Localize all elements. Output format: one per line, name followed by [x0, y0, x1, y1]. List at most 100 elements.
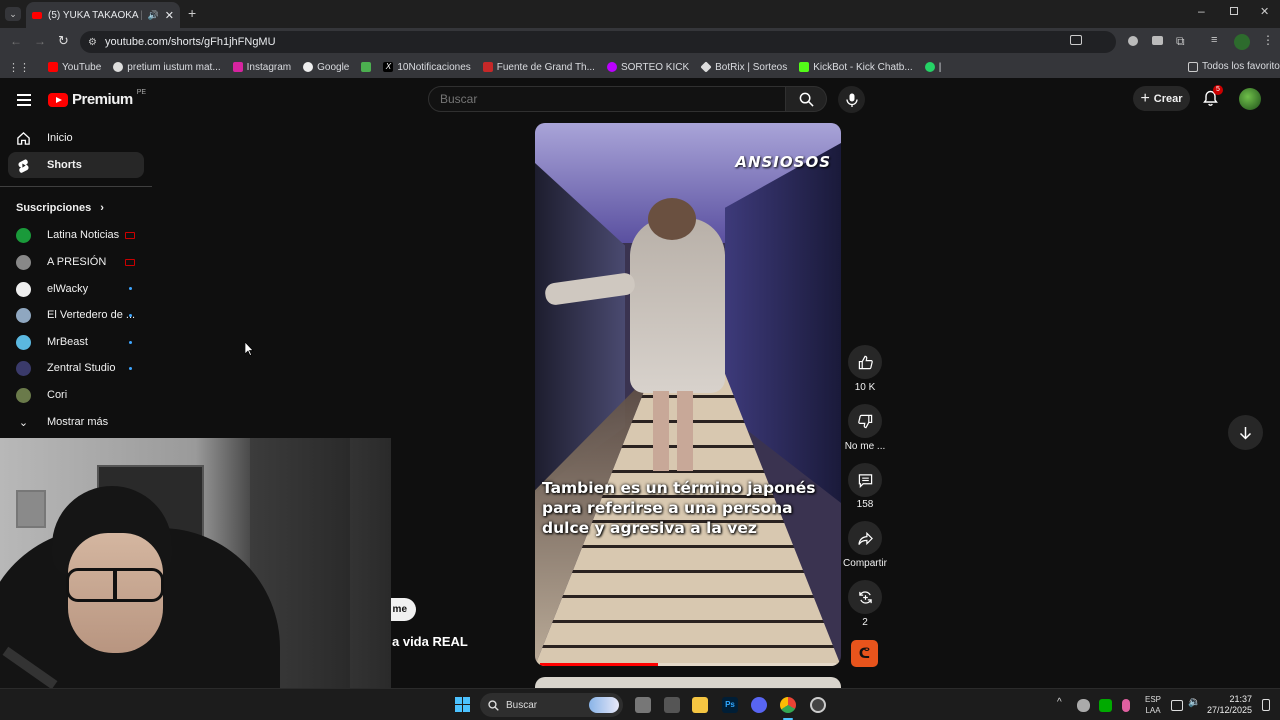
show-more-button[interactable]: ⌄ Mostrar más	[8, 409, 144, 435]
back-icon[interactable]: ←	[10, 34, 22, 48]
bookmark-kickbot[interactable]: KickBot - Kick Chatb...	[799, 62, 913, 73]
sound-thumbnail[interactable]: ᕦ	[851, 640, 878, 667]
photoshop-icon[interactable]: Ps	[722, 697, 738, 713]
restore-button[interactable]	[1230, 7, 1238, 15]
tab-close-icon[interactable]: ✕	[165, 9, 174, 22]
recorder-icon[interactable]	[810, 697, 826, 713]
sidebar-channel-cori[interactable]: Cori	[8, 382, 144, 408]
video-frame-person	[630, 218, 725, 393]
close-window-button[interactable]: ✕	[1260, 5, 1269, 18]
video-progress-track[interactable]	[540, 663, 836, 666]
clock[interactable]: 21:37 27/12/2025	[1207, 694, 1252, 716]
network-icon[interactable]	[1171, 700, 1183, 711]
site-info-icon[interactable]: ⚙	[88, 37, 97, 48]
extensions-puzzle-icon[interactable]: ⧉	[1176, 34, 1185, 49]
tab-search-icon[interactable]: ⌄	[5, 7, 21, 21]
shorts-video-player[interactable]: ANSIOSOS Tambien es un término japonés p…	[535, 123, 841, 666]
x-icon: X	[383, 62, 394, 72]
all-bookmarks[interactable]: Todos los favoritos	[1188, 61, 1280, 72]
channel-watermark: ANSIOSOS	[735, 153, 831, 171]
sidebar-channel-vertedero[interactable]: El Vertedero de ...	[8, 302, 144, 328]
tray-onedrive-icon[interactable]	[1077, 699, 1090, 712]
discord-icon[interactable]	[751, 697, 767, 713]
bookmark-google[interactable]: Google	[303, 62, 349, 73]
folder-icon	[1188, 61, 1198, 72]
bookmark-botrix[interactable]: BotRix | Sorteos	[700, 61, 787, 73]
bookmark-pinwheel[interactable]	[361, 62, 372, 72]
taskbar-search[interactable]: Buscar	[480, 693, 623, 717]
create-button[interactable]: + Crear	[1133, 86, 1190, 111]
bookmark-youtube[interactable]: YouTube	[48, 62, 101, 73]
sidebar-channel-apresion[interactable]: A PRESIÓN	[8, 249, 144, 275]
url-text: youtube.com/shorts/gFh1jhFNgMU	[104, 36, 276, 48]
sidebar-channel-zentral[interactable]: Zentral Studio	[8, 355, 144, 381]
tab-title: (5) YUKA TAKAOKA | La YA	[48, 9, 142, 21]
chevron-right-icon: ›	[100, 202, 104, 214]
hamburger-menu-icon[interactable]	[17, 94, 31, 106]
extension-icon-2[interactable]	[1152, 36, 1163, 45]
tray-overflow-icon[interactable]: ^	[1057, 697, 1062, 708]
install-app-icon[interactable]	[1070, 35, 1082, 45]
bookmark-sorteo[interactable]: SORTEO KICK	[606, 62, 689, 73]
new-tab-button[interactable]: +	[188, 5, 196, 21]
bookmark-instagram[interactable]: Instagram	[232, 62, 291, 73]
address-bar[interactable]: ⚙ youtube.com/shorts/gFh1jhFNgMU	[80, 31, 1116, 53]
language-indicator[interactable]: ESP LAA	[1145, 694, 1161, 716]
tray-microphone-icon[interactable]	[1122, 699, 1130, 712]
channel-avatar	[16, 307, 31, 323]
bookmark-pretium[interactable]: pretium iustum mat...	[113, 62, 221, 73]
shorts-icon	[18, 158, 29, 173]
browser-tab-active[interactable]: (5) YUKA TAKAOKA | La YA 🔊 ✕	[26, 2, 180, 28]
account-avatar[interactable]	[1239, 88, 1261, 110]
browser-menu-icon[interactable]: ⋮	[1262, 33, 1274, 47]
sidebar-channel-mrbeast[interactable]: MrBeast	[8, 329, 144, 355]
notification-badge: 5	[1213, 85, 1223, 95]
profile-avatar[interactable]	[1234, 34, 1250, 50]
sidebar-channel-elwacky[interactable]: elWacky	[8, 276, 144, 302]
partial-title: a vida REAL	[392, 634, 468, 649]
notifications-button[interactable]: 5	[1203, 85, 1223, 108]
bookmark-fuente[interactable]: Fuente de Grand Th...	[482, 62, 595, 73]
share-button[interactable]	[848, 521, 882, 555]
video-frame-legs	[653, 391, 693, 471]
sorteo-icon	[606, 62, 617, 72]
forward-icon[interactable]: →	[34, 34, 46, 48]
app-icon[interactable]	[664, 697, 680, 713]
remix-button[interactable]	[848, 580, 882, 614]
bookmark-x[interactable]: X 10Notificaciones	[383, 62, 471, 73]
apps-grid-icon[interactable]: ⋮⋮	[8, 61, 30, 74]
search-box[interactable]	[428, 86, 786, 112]
search-input[interactable]	[429, 87, 769, 111]
subscriptions-header[interactable]: Suscripciones ›	[16, 202, 104, 214]
live-indicator-icon	[125, 259, 135, 266]
tray-app-icon[interactable]	[1099, 699, 1112, 712]
notification-center-icon[interactable]	[1262, 699, 1270, 711]
youtube-premium-logo[interactable]: Premium PE	[48, 89, 146, 108]
reading-list-icon[interactable]: ≡	[1211, 34, 1217, 46]
plus-icon: +	[1140, 89, 1150, 107]
voice-search-button[interactable]	[838, 86, 865, 113]
pinwheel-icon	[361, 62, 372, 72]
share-arrow-icon	[857, 531, 873, 545]
sidebar-channel-latina[interactable]: Latina Noticias	[8, 222, 144, 248]
youtube-icon	[48, 62, 58, 72]
next-short-preview[interactable]	[535, 677, 841, 688]
file-explorer-icon[interactable]	[692, 697, 708, 713]
windows-start-icon[interactable]	[455, 697, 470, 712]
comments-button[interactable]	[848, 463, 882, 497]
reload-icon[interactable]: ↻	[58, 33, 69, 49]
like-button[interactable]	[848, 345, 882, 379]
extension-icon-1[interactable]	[1128, 36, 1138, 46]
minimize-button[interactable]: –	[1198, 4, 1205, 18]
sidebar-item-home[interactable]: Inicio	[8, 125, 144, 151]
bookmark-whatsapp[interactable]: |	[924, 62, 941, 73]
chrome-icon[interactable]	[780, 697, 796, 713]
thumbs-up-icon	[858, 355, 873, 369]
dislike-button[interactable]	[848, 404, 882, 438]
comment-icon	[858, 473, 872, 488]
next-video-button[interactable]	[1228, 415, 1263, 450]
sidebar-item-shorts[interactable]: Shorts	[8, 152, 144, 178]
search-button[interactable]	[786, 86, 827, 112]
task-view-icon[interactable]	[635, 697, 651, 713]
sidebar-divider	[0, 186, 152, 187]
